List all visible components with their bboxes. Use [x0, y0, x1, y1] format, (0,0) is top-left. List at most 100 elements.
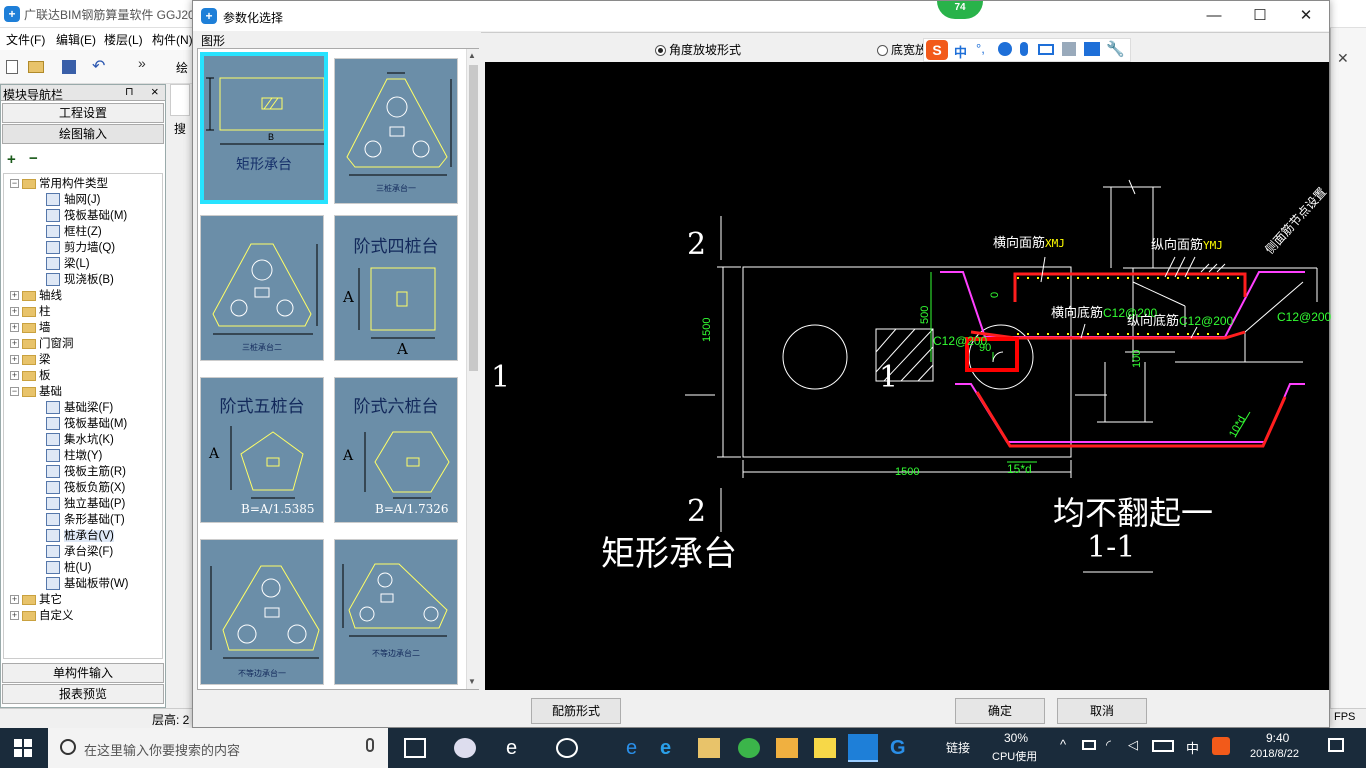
edge-icon[interactable]: e	[626, 738, 648, 758]
tree-folder[interactable]: + 墙	[10, 320, 51, 336]
tree-item[interactable]: 集水坑(K)	[46, 432, 114, 448]
collapse-icon[interactable]: −	[10, 179, 19, 189]
tree-folder[interactable]: + 门窗洞	[10, 336, 74, 352]
more-tools-icon[interactable]: »	[138, 55, 146, 71]
radio-angle-slope[interactable]: 角度放坡形式	[655, 41, 741, 58]
sogou-tray-icon[interactable]	[1212, 737, 1230, 755]
wifi-icon[interactable]: ◜	[1106, 737, 1111, 753]
ime-lang-icon[interactable]: 中	[954, 42, 967, 61]
input-lang[interactable]: 中	[1186, 738, 1199, 757]
tree-item[interactable]: 筏板负筋(X)	[46, 480, 125, 496]
ok-button[interactable]: 确定	[955, 698, 1045, 724]
project-settings-button[interactable]: 工程设置	[2, 103, 164, 123]
tree-item[interactable]: 筏板主筋(R)	[46, 464, 126, 480]
save-icon[interactable]	[62, 60, 76, 74]
green-app-icon[interactable]	[738, 738, 760, 758]
scroll-up-icon[interactable]: ▲	[468, 51, 476, 60]
expand-icon[interactable]: +	[10, 355, 19, 365]
collapse-all-icon[interactable]: −	[29, 150, 38, 167]
scroll-down-icon[interactable]: ▼	[468, 677, 476, 686]
pin-icon[interactable]: ⊓	[125, 85, 134, 98]
settings-wrench-icon[interactable]: 🔧	[1106, 40, 1125, 58]
open-folder-icon[interactable]	[28, 61, 44, 73]
tree-item[interactable]: 梁(L)	[46, 256, 90, 272]
tree-folder[interactable]: + 梁	[10, 352, 51, 368]
notification-icon[interactable]	[1328, 738, 1344, 752]
report-preview-button[interactable]: 报表预览	[2, 684, 164, 704]
tree-item[interactable]: 基础板带(W)	[46, 576, 129, 592]
new-file-icon[interactable]	[6, 60, 18, 74]
draw-tool-partial[interactable]: 绘	[176, 59, 188, 76]
taskbar-search-box[interactable]: 在这里输入你要搜索的内容	[48, 728, 388, 768]
menu-component[interactable]: 构件(N)	[152, 31, 193, 48]
glodon-active-icon[interactable]	[848, 734, 878, 762]
tree-item[interactable]: 桩承台(V)	[46, 528, 114, 544]
microphone-icon[interactable]	[1020, 42, 1028, 56]
user-icon[interactable]	[1062, 42, 1076, 56]
keyboard-icon[interactable]	[1152, 740, 1174, 752]
shape-three-pile-cap-2[interactable]: 三桩承台二	[200, 215, 324, 361]
help-app-icon[interactable]	[814, 738, 836, 758]
tree-item[interactable]: 剪力墙(Q)	[46, 240, 115, 256]
tree-item[interactable]: 框柱(Z)	[46, 224, 102, 240]
close-icon[interactable]: ✕	[1283, 1, 1329, 31]
sogou-ime-icon[interactable]: S	[926, 40, 948, 60]
tree-folder[interactable]: − 基础	[10, 384, 62, 400]
notepad-app-icon[interactable]	[776, 738, 798, 758]
drawing-input-button[interactable]: 绘图输入	[2, 124, 164, 144]
cancel-button[interactable]: 取消	[1057, 698, 1147, 724]
tree-item[interactable]: 筏板基础(M)	[46, 416, 127, 432]
expand-icon[interactable]: +	[10, 339, 19, 349]
shape-stepped-five-pile-cap[interactable]: 阶式五桩台 A B=A/1.5385	[200, 377, 324, 523]
link-label[interactable]: 链接	[946, 739, 970, 756]
clock-date[interactable]: 2018/8/22	[1250, 748, 1299, 760]
task-view-icon[interactable]	[404, 738, 426, 758]
close-icon[interactable]: ×	[151, 84, 159, 99]
shape-three-pile-cap-1[interactable]: 三桩承台一	[334, 58, 458, 204]
edge-browser-icon[interactable]: e	[506, 738, 528, 758]
radio-width-slope[interactable]: 底宽放	[877, 41, 927, 58]
tree-folder[interactable]: + 其它	[10, 592, 62, 608]
file-explorer-icon[interactable]	[698, 738, 720, 758]
tree-item[interactable]: 条形基础(T)	[46, 512, 125, 528]
emoji-icon[interactable]	[998, 42, 1012, 56]
collapse-icon[interactable]: −	[10, 387, 19, 397]
skin-icon[interactable]	[1084, 42, 1100, 56]
shape-stepped-four-pile-cap[interactable]: 阶式四桩台 A A	[334, 215, 458, 361]
tree-item[interactable]: 桩(U)	[46, 560, 91, 576]
tree-item[interactable]: 独立基础(P)	[46, 496, 125, 512]
expand-all-icon[interactable]: +	[7, 151, 16, 168]
fan-app-icon[interactable]	[454, 738, 476, 758]
menu-file[interactable]: 文件(F)	[6, 31, 45, 48]
tree-folder[interactable]: − 常用构件类型	[10, 176, 108, 192]
expand-icon[interactable]: +	[10, 611, 19, 621]
shape-rect-cap[interactable]: B 矩形承台	[200, 52, 328, 204]
tree-item[interactable]: 基础梁(F)	[46, 400, 113, 416]
microphone-icon[interactable]	[366, 738, 374, 752]
tree-item[interactable]: 承台梁(F)	[46, 544, 113, 560]
search-partial[interactable]: 搜	[174, 120, 186, 137]
tree-folder[interactable]: + 轴线	[10, 288, 62, 304]
rebar-form-button[interactable]: 配筋形式	[531, 698, 621, 724]
expand-icon[interactable]: +	[10, 595, 19, 605]
expand-icon[interactable]: +	[10, 291, 19, 301]
minimize-icon[interactable]: —	[1191, 1, 1237, 31]
expand-icon[interactable]: +	[10, 323, 19, 333]
shape-stepped-six-pile-cap[interactable]: 阶式六桩台 A B=A/1.7326	[334, 377, 458, 523]
single-component-input-button[interactable]: 单构件输入	[2, 663, 164, 683]
tree-folder[interactable]: + 柱	[10, 304, 51, 320]
tree-item[interactable]: 筏板基础(M)	[46, 208, 127, 224]
tree-item[interactable]: 柱墩(Y)	[46, 448, 102, 464]
windows-start-icon[interactable]	[14, 739, 32, 757]
tray-chevron-icon[interactable]: ^	[1060, 737, 1066, 752]
undo-icon[interactable]: ↶	[92, 56, 105, 76]
tree-folder[interactable]: + 自定义	[10, 608, 74, 624]
scrollbar-thumb[interactable]	[469, 65, 478, 371]
menu-edit[interactable]: 编辑(E)	[56, 31, 96, 48]
tree-item[interactable]: 轴网(J)	[46, 192, 100, 208]
glodon-g-icon[interactable]: G	[890, 738, 912, 758]
menu-floor[interactable]: 楼层(L)	[104, 31, 143, 48]
shape-unequal-cap-1[interactable]: 不等边承台一	[200, 539, 324, 685]
settings-app-icon[interactable]	[556, 738, 578, 758]
shape-unequal-cap-2[interactable]: 不等边承台二	[334, 539, 458, 685]
